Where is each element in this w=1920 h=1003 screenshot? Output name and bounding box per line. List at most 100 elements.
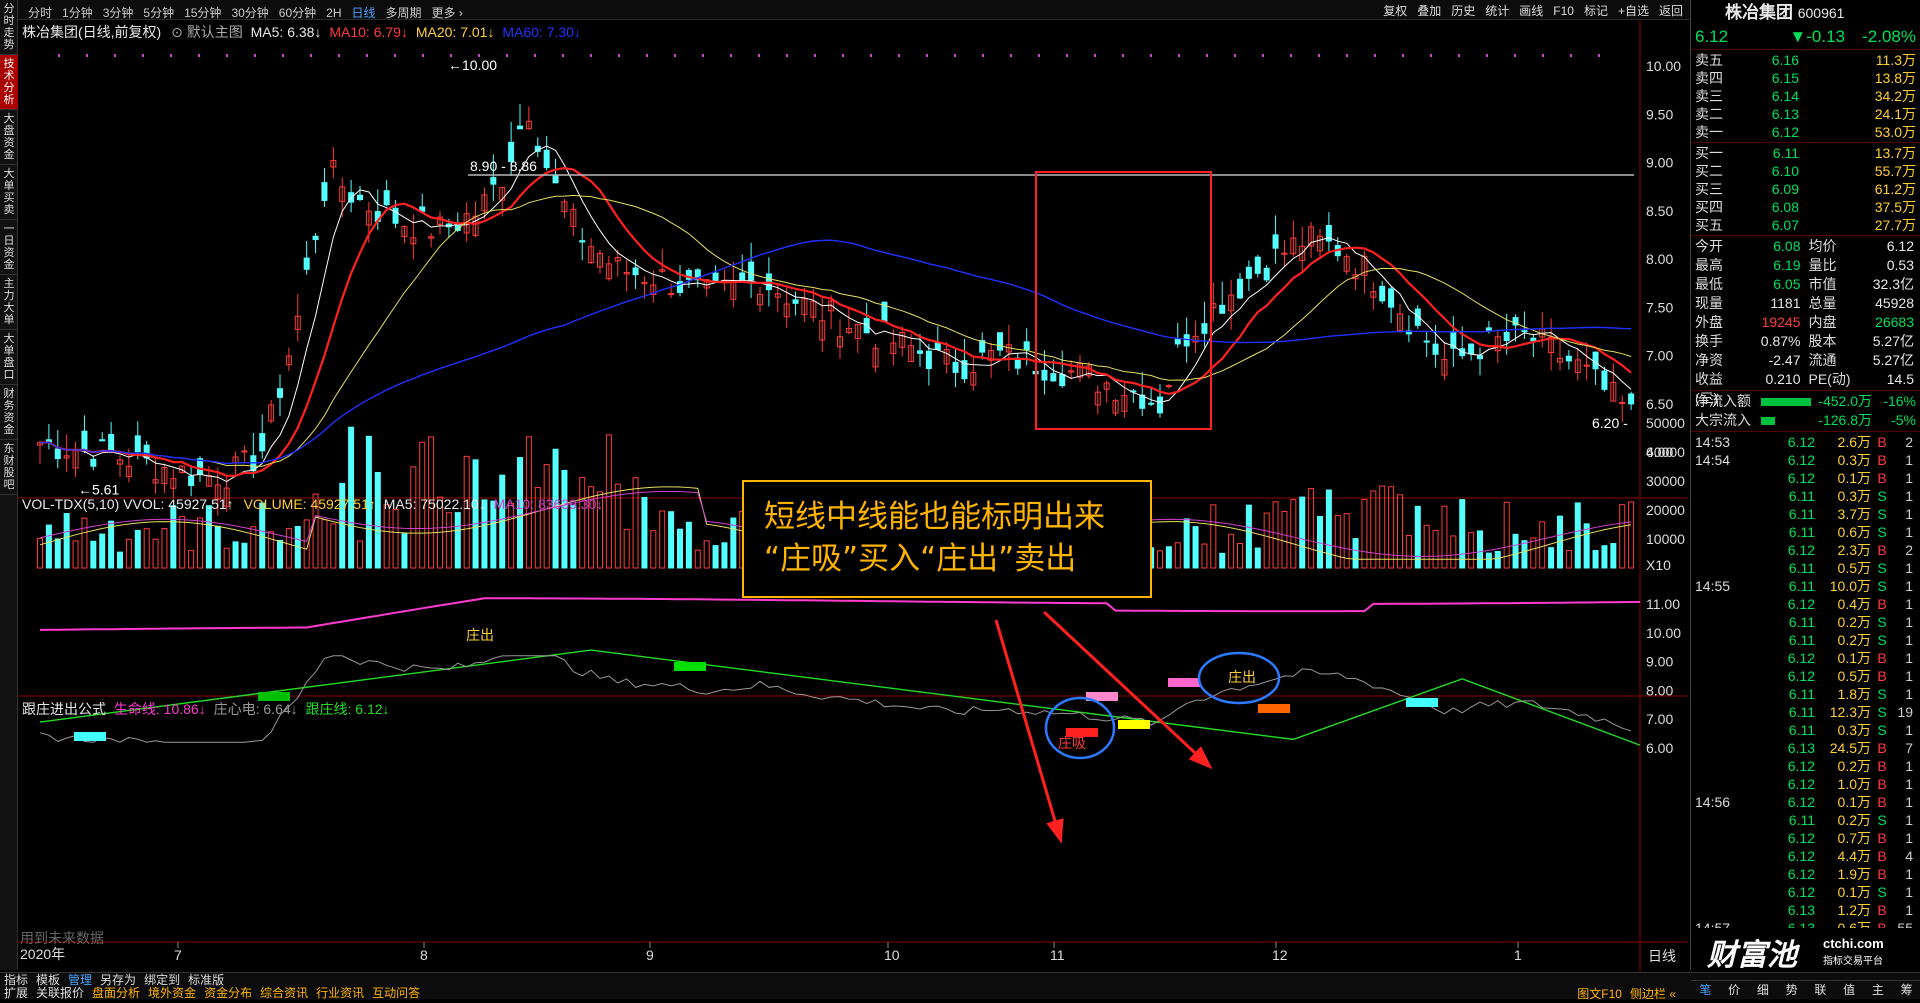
left-tab[interactable]: 分时走势	[0, 0, 18, 55]
stat-value: 1181	[1770, 295, 1801, 311]
left-tab[interactable]: 大单盘口	[0, 330, 18, 385]
top-marker	[282, 54, 284, 57]
tick-row: 6.11 0.3万 S 1	[1691, 721, 1920, 739]
volume-bar	[1450, 535, 1457, 569]
bid-volume: 27.7万	[1874, 217, 1916, 233]
quote-panel-tab[interactable]: 笔	[1691, 981, 1720, 999]
volume-bar	[330, 523, 337, 569]
chart-tool-button[interactable]: 复权	[1378, 0, 1412, 21]
chart-tool-button[interactable]: 返回	[1654, 0, 1688, 21]
candle-body	[517, 125, 523, 130]
left-tab[interactable]: 主力大单	[0, 275, 18, 330]
left-tab[interactable]: 东财股吧	[0, 440, 18, 495]
volume-bar	[632, 477, 639, 569]
top-marker	[338, 54, 340, 57]
tick-price: 6.13	[1787, 902, 1815, 918]
quote-panel-tab[interactable]: 值	[1835, 981, 1864, 999]
quote-panel-tab[interactable]: 价	[1720, 981, 1749, 999]
chart-tool-button[interactable]: 统计	[1480, 0, 1514, 21]
left-tab[interactable]: 技术分析	[0, 55, 18, 110]
quote-panel-tab[interactable]: 主	[1864, 981, 1893, 999]
stat-value: 19245	[1761, 314, 1801, 330]
volume-bar	[1299, 496, 1306, 569]
chart-tool-button[interactable]: 历史	[1446, 0, 1480, 21]
setup-select[interactable]: ⊙ 默认主图	[171, 24, 243, 40]
stat-row: 净资 -2.47 流通 5.27亿	[1691, 351, 1920, 370]
top-marker	[1346, 54, 1348, 57]
price-axis-label: 7.50	[1646, 299, 1673, 315]
candle-body	[241, 450, 248, 453]
top-marker	[1150, 54, 1152, 57]
candle-body	[134, 435, 141, 453]
main-legend: 株冶集团(日线,前复权) ⊙ 默认主图 MA5: 6.38↓ MA10: 6.7…	[22, 22, 581, 42]
chart-tool-button[interactable]: 叠加	[1412, 0, 1446, 21]
volume-bar	[197, 517, 203, 569]
candle-body	[1272, 234, 1279, 249]
tick-count: 1	[1905, 866, 1913, 882]
chart-tool-button[interactable]: F10	[1548, 2, 1579, 20]
tick-time	[1695, 703, 1765, 721]
top-marker	[114, 54, 116, 57]
quote-panel-tab[interactable]: 势	[1777, 981, 1806, 999]
tick-price: 6.12	[1787, 452, 1815, 468]
tick-price: 6.11	[1788, 704, 1815, 720]
bid-label: 买二	[1695, 163, 1723, 179]
tick-row: 6.11 12.3万 S 19	[1691, 703, 1920, 721]
left-tab[interactable]: 一日资金	[0, 220, 18, 275]
candle-body	[1601, 370, 1608, 390]
tick-count: 1	[1905, 632, 1913, 648]
quote-panel-tab[interactable]: 联	[1806, 981, 1835, 999]
tick-price: 6.12	[1787, 794, 1815, 810]
left-tab[interactable]: 大单买卖	[0, 165, 18, 220]
period-label[interactable]: 日线	[1648, 946, 1676, 966]
tick-side: S	[1877, 506, 1887, 522]
top-marker	[422, 54, 424, 57]
candle-body	[1468, 343, 1475, 355]
ask-label: 卖五	[1695, 52, 1723, 68]
volume-bar	[579, 477, 586, 569]
bid-row: 买四 6.08 37.5万	[1691, 198, 1920, 216]
watermark-logo: 财富池 ctchi.com 指标交易平台	[1693, 928, 1920, 972]
tick-row: 6.12 0.5万 B 1	[1691, 667, 1920, 685]
chart-tool-button[interactable]: 画线	[1514, 0, 1548, 21]
tick-side: S	[1877, 488, 1887, 504]
tick-price: 6.12	[1787, 668, 1815, 684]
tick-volume: 0.2万	[1837, 632, 1871, 648]
annotation-callout: 短线中线能也能标明出来 “庄吸”买入“庄出”卖出	[742, 480, 1152, 598]
top-marker	[1122, 54, 1124, 57]
tick-count: 19	[1897, 704, 1913, 720]
tick-time	[1695, 865, 1765, 883]
bottom-right-link[interactable]: 图文F10	[1573, 987, 1626, 1002]
flow-value: -452.0万	[1818, 393, 1872, 409]
bottom-right-link[interactable]: 侧边栏 «	[1626, 987, 1680, 1002]
ask-price: 6.14	[1771, 88, 1799, 104]
zhuangchu-label: 庄出	[1228, 669, 1256, 685]
candle-body	[259, 433, 266, 452]
volume-bar	[1308, 488, 1315, 569]
left-tab[interactable]: 大盘资金	[0, 110, 18, 165]
top-marker	[1010, 54, 1012, 57]
indicator-legend: 跟庄进出公式 生命线: 10.86↓ 庄心电: 6.64↓ 跟庄线: 6.12↓	[22, 699, 390, 719]
top-marker	[758, 54, 760, 57]
ma10-line	[39, 166, 1632, 477]
stat-key: 收益(三)	[1695, 371, 1723, 406]
signal-marker	[674, 662, 706, 671]
tick-time: 14:56	[1695, 794, 1731, 810]
tick-price: 6.11	[1788, 488, 1815, 504]
candle-body	[1432, 343, 1439, 355]
stat-value: 14.5	[1886, 371, 1914, 387]
chart-tool-button[interactable]: +自选	[1613, 0, 1654, 21]
candle-body	[1423, 340, 1430, 343]
stat-value: 6.05	[1773, 276, 1801, 292]
tick-count: 1	[1905, 524, 1913, 540]
tick-price: 6.11	[1788, 578, 1815, 594]
chart-tool-button[interactable]: 标记	[1579, 0, 1613, 21]
quote-panel-tab[interactable]: 细	[1749, 981, 1778, 999]
quote-panel-tab[interactable]: 筹	[1892, 981, 1920, 999]
volume-label: VOLUME: 45927.51↑	[243, 496, 376, 512]
candle-body	[392, 207, 399, 224]
candle-body	[1245, 266, 1252, 279]
volume-bar	[383, 504, 390, 569]
vol-axis-label: 30000	[1646, 473, 1685, 489]
left-tab[interactable]: 财务资金	[0, 385, 18, 440]
